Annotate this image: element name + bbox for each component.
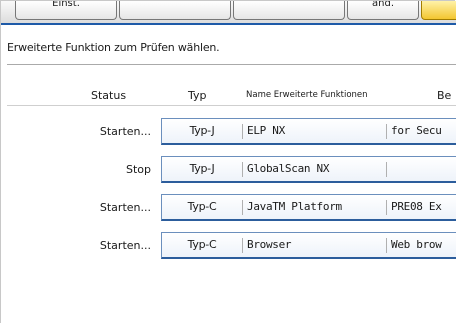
row-type: Typ-J xyxy=(189,124,215,137)
table-row: Starten... Typ-C Browser Web brow xyxy=(1,232,456,262)
tab-other[interactable]: and. xyxy=(347,1,419,20)
table-row: Stop Typ-J GlobalScan NX xyxy=(1,156,456,186)
feature-row-button[interactable]: Typ-C JavaTM Platform PRE08 Ex xyxy=(161,194,456,221)
row-name: GlobalScan NX xyxy=(242,162,386,177)
feature-row-button[interactable]: Typ-J ELP NX for Secu xyxy=(161,118,456,145)
row-name: Browser xyxy=(242,238,386,253)
feature-row-button[interactable]: Typ-J GlobalScan NX xyxy=(161,156,456,183)
row-status: Starten... xyxy=(99,201,151,214)
tab-settings[interactable]: Einst. xyxy=(15,1,117,20)
instruction-text: Erweiterte Funktion zum Prüfen wählen. xyxy=(7,41,220,54)
column-header-name: Name Erweiterte Funktionen xyxy=(246,90,368,100)
tab-3[interactable] xyxy=(233,1,345,20)
row-type: Typ-J xyxy=(189,162,215,175)
row-description: PRE08 Ex xyxy=(386,200,456,215)
row-status: Starten... xyxy=(99,239,151,252)
extended-features-panel: Einst. and. Erweiterte Funktion zum Prüf… xyxy=(0,0,456,323)
tab-2[interactable] xyxy=(119,1,231,20)
table-row: Starten... Typ-J ELP NX for Secu xyxy=(1,118,456,148)
tab-active[interactable] xyxy=(421,1,456,20)
row-description xyxy=(386,162,456,177)
row-description: for Secu xyxy=(386,124,456,139)
row-name: JavaTM Platform xyxy=(242,200,386,215)
table-row: Starten... Typ-C JavaTM Platform PRE08 E… xyxy=(1,194,456,224)
column-header-type: Typ xyxy=(188,89,207,102)
row-name: ELP NX xyxy=(242,124,386,139)
column-header-status: Status xyxy=(91,89,127,102)
row-status: Starten... xyxy=(99,125,151,138)
row-description: Web brow xyxy=(386,238,456,253)
header-divider xyxy=(7,105,456,106)
column-header-description: Be xyxy=(437,89,452,102)
row-type: Typ-C xyxy=(187,238,217,251)
row-type: Typ-C xyxy=(187,200,217,213)
feature-row-button[interactable]: Typ-C Browser Web brow xyxy=(161,232,456,259)
divider xyxy=(7,64,456,65)
row-status: Stop xyxy=(125,163,151,176)
tab-strip: Einst. and. xyxy=(1,1,456,25)
